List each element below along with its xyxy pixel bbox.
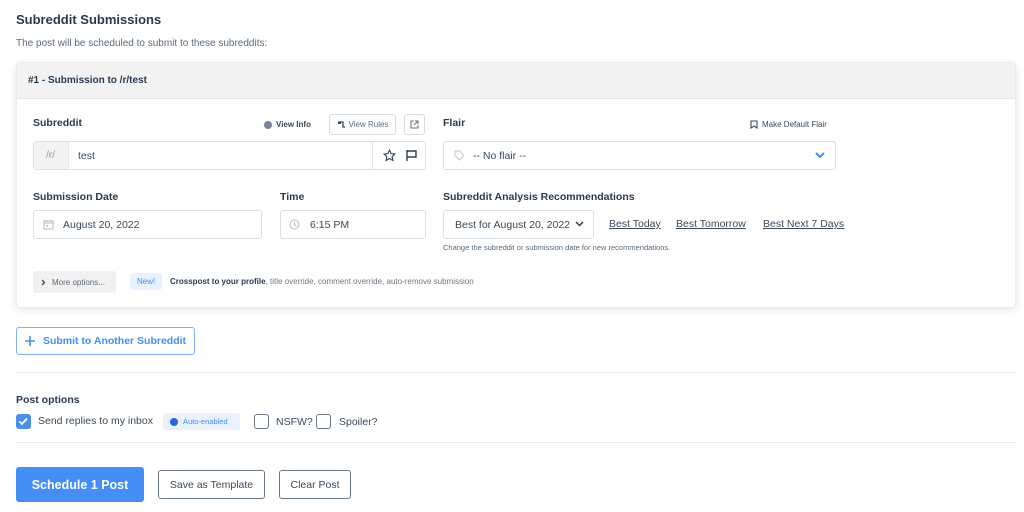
chevron-down-icon bbox=[815, 152, 825, 159]
submission-date-input[interactable]: August 20, 2022 bbox=[33, 210, 262, 239]
view-info-button[interactable]: View Info bbox=[264, 120, 311, 129]
star-icon[interactable] bbox=[383, 149, 396, 162]
make-default-flair-button[interactable]: Make Default Flair bbox=[750, 120, 827, 129]
new-badge: New! bbox=[130, 273, 163, 290]
divider bbox=[16, 442, 1016, 443]
info-icon bbox=[170, 417, 178, 426]
more-options-button[interactable]: More options... bbox=[33, 271, 116, 293]
send-replies-checkbox[interactable] bbox=[16, 414, 31, 429]
subreddit-value: test bbox=[78, 150, 95, 162]
more-options-description: Crosspost to your profile, title overrid… bbox=[170, 277, 474, 286]
divider bbox=[16, 372, 1016, 373]
spoiler-checkbox[interactable] bbox=[316, 414, 331, 429]
bookmark-icon bbox=[750, 120, 758, 129]
chevron-down-icon bbox=[575, 221, 584, 227]
open-subreddit-button[interactable] bbox=[404, 114, 425, 135]
best-next-7-days-link[interactable]: Best Next 7 Days bbox=[763, 218, 844, 230]
schedule-post-button[interactable]: Schedule 1 Post bbox=[16, 467, 144, 502]
save-template-button[interactable]: Save as Template bbox=[158, 470, 265, 499]
flag-icon[interactable] bbox=[405, 149, 418, 162]
add-subreddit-button[interactable]: Submit to Another Subreddit bbox=[16, 327, 195, 355]
submission-card-header: #1 - Submission to /r/test bbox=[17, 63, 1015, 99]
chevron-right-icon bbox=[41, 279, 46, 286]
best-tomorrow-link[interactable]: Best Tomorrow bbox=[676, 218, 746, 230]
subreddit-prefix: /r/ bbox=[34, 142, 69, 169]
page-title: Subreddit Submissions bbox=[16, 12, 162, 27]
recommendations-hint: Change the subreddit or submission date … bbox=[443, 243, 671, 252]
view-rules-button[interactable]: View Rules bbox=[329, 114, 396, 135]
spoiler-label: Spoiler? bbox=[339, 416, 378, 428]
checkmark-icon bbox=[18, 417, 28, 426]
subreddit-label: Subreddit bbox=[33, 117, 82, 129]
auto-enabled-badge: Auto-enabled bbox=[163, 413, 240, 430]
info-icon bbox=[264, 120, 272, 129]
calendar-icon bbox=[43, 219, 54, 230]
tag-icon bbox=[454, 150, 465, 161]
submission-title: #1 - Submission to /r/test bbox=[28, 75, 147, 86]
submission-date-label: Submission Date bbox=[33, 191, 119, 203]
time-label: Time bbox=[280, 191, 305, 203]
recommendations-label: Subreddit Analysis Recommendations bbox=[443, 191, 635, 203]
clear-post-button[interactable]: Clear Post bbox=[279, 470, 351, 499]
nsfw-label: NSFW? bbox=[276, 416, 313, 428]
best-today-link[interactable]: Best Today bbox=[609, 218, 661, 230]
plus-icon bbox=[24, 336, 35, 346]
external-link-icon bbox=[410, 120, 419, 129]
clock-icon bbox=[289, 219, 300, 230]
submission-card: #1 - Submission to /r/test Subreddit Vie… bbox=[16, 62, 1016, 308]
flair-label: Flair bbox=[443, 117, 466, 129]
nsfw-checkbox[interactable] bbox=[254, 414, 269, 429]
page-subtitle: The post will be scheduled to submit to … bbox=[16, 38, 268, 49]
send-replies-label: Send replies to my inbox bbox=[38, 415, 153, 427]
time-input[interactable]: 6:15 PM bbox=[280, 210, 426, 239]
flair-select[interactable]: -- No flair -- bbox=[443, 141, 836, 170]
recommendation-date-select[interactable]: Best for August 20, 2022 bbox=[443, 210, 594, 239]
subreddit-input[interactable]: /r/ test bbox=[33, 141, 426, 170]
post-options-label: Post options bbox=[16, 394, 80, 406]
scroll-icon bbox=[337, 120, 346, 129]
